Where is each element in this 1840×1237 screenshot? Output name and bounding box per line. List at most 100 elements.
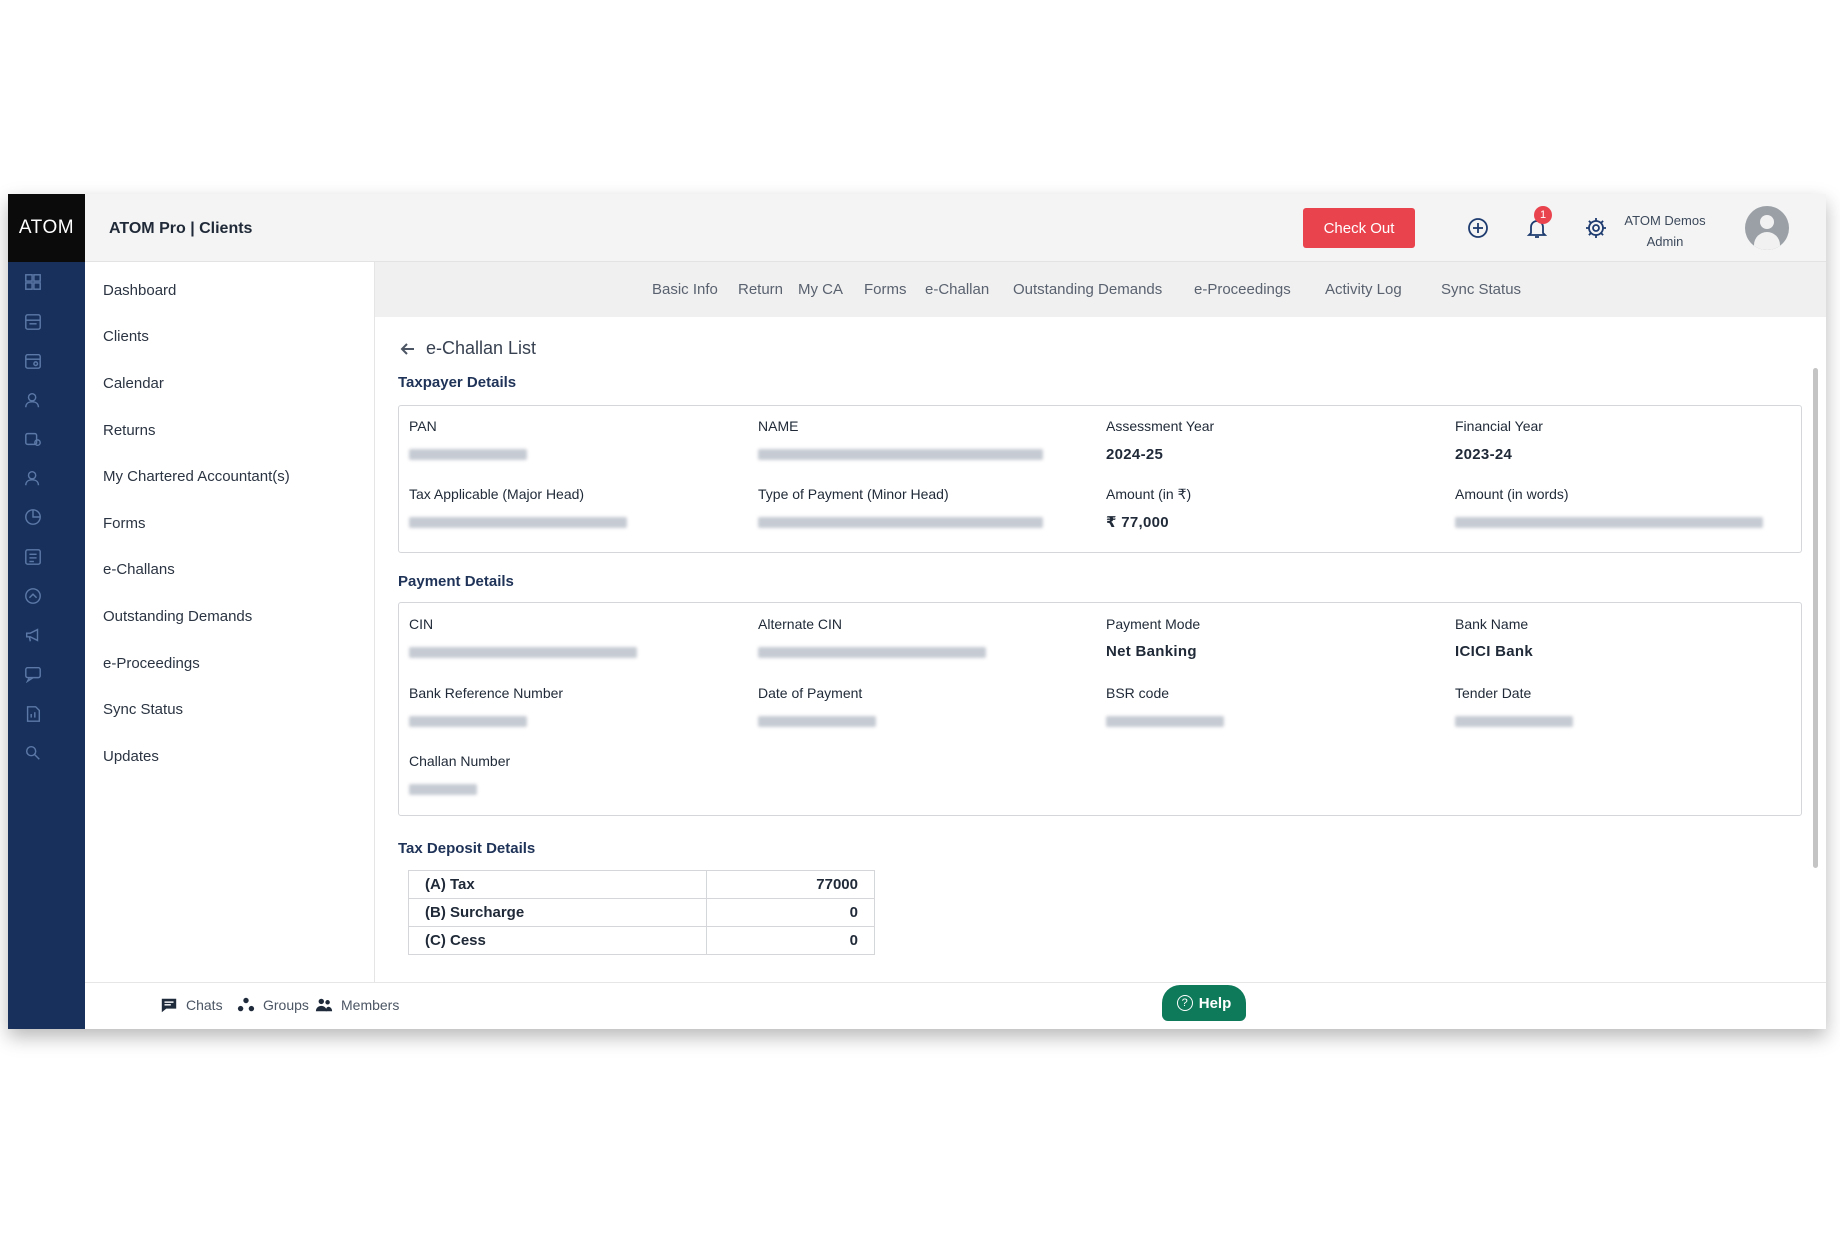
sidebar-item-e-proceedings[interactable]: e-Proceedings: [103, 655, 200, 672]
back-label: e-Challan List: [426, 338, 537, 358]
report-icon[interactable]: [23, 704, 43, 724]
groups-icon: [237, 997, 255, 1012]
returns-icon[interactable]: [23, 390, 43, 410]
check-out-button[interactable]: Check Out: [1303, 208, 1415, 248]
chats-link[interactable]: Chats: [160, 996, 223, 1014]
challan-number-label: Challan Number: [409, 753, 511, 769]
sidebar-item-sync-status[interactable]: Sync Status: [103, 701, 183, 718]
sidebar-item-clients[interactable]: Clients: [103, 328, 149, 345]
help-label: Help: [1198, 994, 1232, 1012]
settings-gear-icon[interactable]: [1582, 214, 1610, 242]
proceedings-icon[interactable]: [23, 586, 43, 606]
assessment-year-label: Assessment Year: [1106, 418, 1215, 434]
help-question-icon: ?: [1176, 995, 1193, 1011]
alternate-cin-redacted: [758, 647, 986, 658]
dashboard-icon[interactable]: [23, 272, 43, 292]
major-head-field: Tax Applicable (Major Head): [409, 486, 729, 528]
tab-forms[interactable]: Forms: [864, 281, 907, 298]
members-link[interactable]: Members: [315, 996, 399, 1014]
challan-number-field: Challan Number: [409, 753, 729, 795]
pan-field: PAN: [409, 418, 729, 460]
sidebar-item-calendar[interactable]: Calendar: [103, 375, 164, 392]
groups-label: Groups: [263, 997, 309, 1013]
deposit-row-value: 0: [705, 926, 876, 955]
atom-logo: ATOM: [8, 194, 85, 262]
tender-date-field: Tender Date: [1455, 685, 1775, 727]
client-tabs: Basic Info Return My CA Forms e-Challan …: [375, 262, 1826, 317]
tab-activity-log[interactable]: Activity Log: [1325, 281, 1402, 298]
clients-icon[interactable]: [23, 312, 43, 332]
deposit-row-value: 0: [705, 898, 876, 927]
deposit-row-label: (B) Surcharge: [408, 898, 707, 927]
name-label: NAME: [758, 418, 799, 434]
tab-return[interactable]: Return: [738, 281, 783, 298]
challan-icon[interactable]: [23, 507, 43, 527]
amount-value: ₹ 77,000: [1106, 514, 1169, 531]
minor-head-field: Type of Payment (Minor Head): [758, 486, 1078, 528]
taxpayer-details-card: PAN NAME Assessment Year 2024-25 Financi…: [398, 405, 1802, 553]
financial-year-label: Financial Year: [1455, 418, 1543, 434]
back-arrow-icon[interactable]: [400, 341, 416, 357]
tab-basic-info[interactable]: Basic Info: [652, 281, 718, 298]
sidebar-item-chartered-accountants[interactable]: My Chartered Accountant(s): [103, 468, 290, 485]
sidebar-item-returns[interactable]: Returns: [103, 422, 156, 439]
payment-details-title: Payment Details: [398, 573, 514, 590]
sidebar-item-updates[interactable]: Updates: [103, 748, 159, 765]
amount-words-redacted: [1455, 517, 1763, 528]
tab-e-challan[interactable]: e-Challan: [925, 281, 989, 298]
search-icon[interactable]: [23, 743, 43, 763]
footer-bar: Chats Groups Members ? Help: [85, 982, 1826, 1029]
groups-link[interactable]: Groups: [237, 996, 309, 1014]
financial-year-field: Financial Year 2023-24: [1455, 418, 1775, 463]
demands-icon[interactable]: [23, 547, 43, 567]
deposit-row-label: (A) Tax: [408, 870, 707, 899]
add-icon[interactable]: [1464, 214, 1492, 242]
name-field: NAME: [758, 418, 1078, 460]
sidebar-item-dashboard[interactable]: Dashboard: [103, 282, 176, 299]
help-button[interactable]: ? Help: [1162, 985, 1246, 1021]
amount-label: Amount (in ₹): [1106, 486, 1192, 502]
ca-icon[interactable]: [23, 429, 43, 449]
name-redacted: [758, 449, 1043, 460]
back-to-list[interactable]: e-Challan List: [400, 338, 536, 359]
sidebar-item-forms[interactable]: Forms: [103, 515, 146, 532]
pan-redacted: [409, 449, 527, 460]
tab-my-ca[interactable]: My CA: [798, 281, 843, 298]
calendar-icon[interactable]: [23, 351, 43, 371]
content-scrollbar[interactable]: [1813, 368, 1818, 868]
message-icon[interactable]: [23, 664, 43, 684]
sidebar-item-e-challans[interactable]: e-Challans: [103, 561, 175, 578]
tab-outstanding-demands[interactable]: Outstanding Demands: [1013, 281, 1162, 298]
minor-head-label: Type of Payment (Minor Head): [758, 486, 949, 502]
bank-name-value: ICICI Bank: [1455, 643, 1534, 660]
sidebar-nav: Dashboard Clients Calendar Returns My Ch…: [85, 262, 375, 982]
amount-field: Amount (in ₹) ₹ 77,000: [1106, 486, 1426, 531]
financial-year-value: 2023-24: [1455, 446, 1513, 463]
sidebar-item-outstanding-demands[interactable]: Outstanding Demands: [103, 608, 252, 625]
date-of-payment-field: Date of Payment: [758, 685, 1078, 727]
payment-mode-value: Net Banking: [1106, 643, 1197, 660]
challan-number-redacted: [409, 784, 477, 795]
payment-details-card: CIN Alternate CIN Payment Mode Net Banki…: [398, 602, 1802, 816]
tab-sync-status[interactable]: Sync Status: [1441, 281, 1521, 298]
cin-field: CIN: [409, 616, 729, 658]
pan-label: PAN: [409, 418, 437, 434]
amount-words-field: Amount (in words): [1455, 486, 1785, 528]
payment-mode-label: Payment Mode: [1106, 616, 1201, 632]
date-of-payment-label: Date of Payment: [758, 685, 863, 701]
tab-e-proceedings[interactable]: e-Proceedings: [1194, 281, 1291, 298]
forms-icon[interactable]: [23, 468, 43, 488]
bank-reference-redacted: [409, 716, 527, 727]
alternate-cin-field: Alternate CIN: [758, 616, 1078, 658]
tender-date-label: Tender Date: [1455, 685, 1532, 701]
table-row: (C) Cess 0: [408, 926, 876, 955]
deposit-row-value: 77000: [705, 870, 876, 899]
user-info[interactable]: ATOM Demos Admin: [1610, 210, 1720, 252]
megaphone-icon[interactable]: [23, 625, 43, 645]
avatar[interactable]: [1745, 206, 1789, 250]
table-row: (A) Tax 77000: [408, 870, 876, 899]
members-icon: [315, 998, 333, 1012]
bsr-code-redacted: [1106, 716, 1224, 727]
major-head-redacted: [409, 517, 627, 528]
date-of-payment-redacted: [758, 716, 876, 727]
